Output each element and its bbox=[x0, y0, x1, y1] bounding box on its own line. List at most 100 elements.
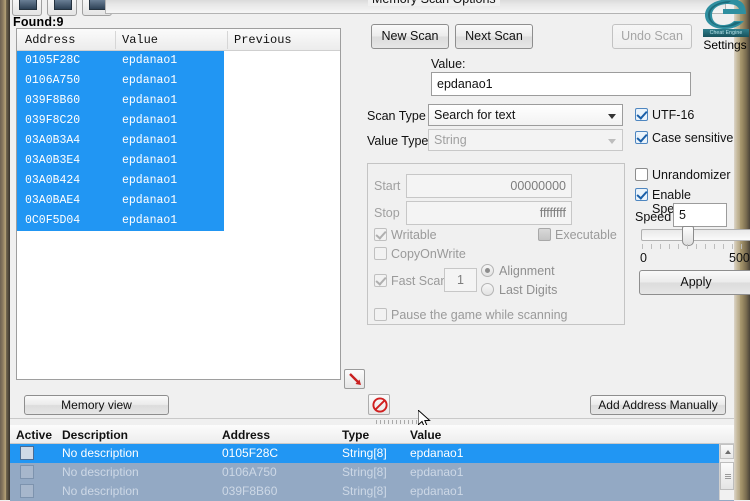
stop-address-input[interactable]: ffffffff bbox=[406, 201, 572, 225]
result-value: epdanao1 bbox=[122, 114, 178, 127]
scan-type-dropdown[interactable]: Search for text bbox=[428, 104, 623, 126]
table-row[interactable]: No description 039F8B60 String[8] epdana… bbox=[10, 482, 734, 501]
last-digits-label: Last Digits bbox=[499, 283, 558, 297]
table-row[interactable]: No description 0106A750 String[8] epdana… bbox=[10, 463, 734, 482]
result-address: 03A0B424 bbox=[25, 174, 81, 187]
last-digits-radio[interactable]: Last Digits bbox=[481, 283, 557, 297]
result-value: epdanao1 bbox=[122, 214, 178, 227]
result-value: epdanao1 bbox=[122, 134, 178, 147]
unrandomizer-label: Unrandomizer bbox=[652, 168, 731, 182]
result-address: 03A0B3A4 bbox=[25, 134, 81, 147]
column-header-value[interactable]: Value bbox=[410, 428, 441, 442]
row-address: 0105F28C bbox=[222, 446, 279, 460]
memory-scan-options-title: Memory Scan Options bbox=[368, 0, 500, 6]
value-input[interactable]: epdanao1 bbox=[431, 72, 691, 96]
scan-result-row[interactable]: 0105F28C epdanao1 bbox=[17, 51, 224, 71]
column-header-value[interactable]: Value bbox=[122, 33, 158, 47]
checkbox-box bbox=[374, 308, 387, 321]
table-row[interactable]: No description 0105F28C String[8] epdana… bbox=[10, 444, 734, 463]
scan-result-row[interactable]: 03A0BAE4 epdanao1 bbox=[17, 191, 224, 211]
scan-result-row[interactable]: 0C0F5D04 epdanao1 bbox=[17, 211, 224, 231]
column-header-address[interactable]: Address bbox=[222, 428, 270, 442]
result-address: 0C0F5D04 bbox=[25, 214, 81, 227]
result-address: 0106A750 bbox=[25, 74, 81, 87]
scroll-up-button[interactable] bbox=[720, 444, 734, 459]
fast-scan-value-input[interactable]: 1 bbox=[444, 268, 477, 292]
open-process-icon bbox=[19, 0, 37, 10]
pause-game-checkbox[interactable]: Pause the game while scanning bbox=[374, 308, 568, 322]
utf16-checkbox[interactable]: UTF-16 bbox=[635, 108, 694, 122]
case-sensitive-checkbox[interactable]: Case sensitive bbox=[635, 131, 733, 145]
result-address: 039F8C20 bbox=[25, 114, 81, 127]
settings-button[interactable]: Cheat Engine Settings bbox=[699, 0, 750, 54]
row-value: epdanao1 bbox=[410, 465, 464, 479]
alignment-radio[interactable]: Alignment bbox=[481, 264, 555, 278]
scan-result-row[interactable]: 039F8B60 epdanao1 bbox=[17, 91, 224, 111]
checkbox-box bbox=[538, 228, 551, 241]
row-type: String[8] bbox=[342, 446, 387, 460]
unrandomizer-checkbox[interactable]: Unrandomizer bbox=[635, 168, 731, 182]
result-value: epdanao1 bbox=[122, 174, 178, 187]
scan-result-row[interactable]: 03A0B3A4 epdanao1 bbox=[17, 131, 224, 151]
value-type-dropdown[interactable]: String bbox=[428, 129, 623, 151]
row-description: No description bbox=[62, 446, 139, 460]
speed-input[interactable]: 5 bbox=[673, 203, 727, 227]
scan-results-list[interactable]: Address Value Previous 0105F28C epdanao1… bbox=[16, 28, 341, 380]
start-address-input[interactable]: 00000000 bbox=[406, 174, 572, 198]
speed-slider-thumb[interactable] bbox=[682, 226, 694, 246]
cheat-table: Active Description Address Type Value No… bbox=[10, 425, 734, 501]
fast-scan-checkbox[interactable]: Fast Scan bbox=[374, 274, 447, 288]
cheat-engine-wordmark: Cheat Engine bbox=[703, 29, 749, 37]
value-type-label: Value Type bbox=[367, 134, 429, 148]
writable-checkbox[interactable]: Writable bbox=[374, 228, 437, 242]
column-header-active[interactable]: Active bbox=[16, 428, 52, 442]
executable-checkbox[interactable]: Executable bbox=[538, 228, 617, 242]
chevron-down-icon bbox=[608, 139, 616, 144]
start-label: Start bbox=[374, 179, 401, 193]
scan-result-row[interactable]: 03A0B3E4 epdanao1 bbox=[17, 151, 224, 171]
cheat-table-scrollbar[interactable] bbox=[719, 444, 734, 500]
speed-label: Speed bbox=[635, 210, 672, 224]
active-checkbox[interactable] bbox=[20, 446, 34, 460]
memory-view-button[interactable]: Memory view bbox=[24, 395, 169, 415]
splitter-line bbox=[10, 418, 734, 419]
found-count-label: Found:9 bbox=[13, 15, 64, 29]
apply-speedhack-button[interactable]: Apply bbox=[639, 270, 750, 295]
checkbox-box bbox=[635, 168, 648, 181]
column-header-previous[interactable]: Previous bbox=[234, 33, 292, 47]
scan-results-selection: 0105F28C epdanao1 0106A750 epdanao1 039F… bbox=[17, 51, 224, 231]
active-checkbox[interactable] bbox=[20, 484, 34, 498]
speed-slider[interactable] bbox=[641, 226, 750, 246]
next-scan-button[interactable]: Next Scan bbox=[455, 24, 533, 49]
scan-result-row[interactable]: 03A0B424 epdanao1 bbox=[17, 171, 224, 191]
scan-result-row[interactable]: 0106A750 epdanao1 bbox=[17, 71, 224, 91]
splitter-grip[interactable] bbox=[376, 420, 420, 424]
row-address: 039F8B60 bbox=[222, 484, 278, 498]
no-entry-icon bbox=[372, 397, 388, 413]
open-process-button[interactable] bbox=[12, 0, 42, 16]
stop-scan-button[interactable] bbox=[368, 394, 390, 415]
value-label: Value: bbox=[431, 57, 466, 71]
checkbox-box bbox=[635, 131, 648, 144]
column-header-type[interactable]: Type bbox=[342, 428, 369, 442]
result-value: epdanao1 bbox=[122, 74, 178, 87]
checkbox-box bbox=[374, 247, 387, 260]
cheat-table-header: Active Description Address Type Value bbox=[10, 425, 734, 444]
scan-type-label: Scan Type bbox=[367, 109, 426, 123]
checkbox-box bbox=[635, 188, 648, 201]
column-header-address[interactable]: Address bbox=[25, 33, 75, 47]
scan-result-row[interactable]: 039F8C20 epdanao1 bbox=[17, 111, 224, 131]
active-checkbox[interactable] bbox=[20, 465, 34, 479]
speed-slider-ticks bbox=[642, 244, 750, 249]
scan-controls-panel: New Scan Next Scan Undo Scan Cheat Engin… bbox=[358, 0, 750, 390]
new-scan-button[interactable]: New Scan bbox=[371, 24, 449, 49]
undo-scan-button[interactable]: Undo Scan bbox=[612, 24, 692, 49]
open-file-button[interactable] bbox=[47, 0, 77, 16]
column-header-description[interactable]: Description bbox=[62, 428, 128, 442]
add-address-manually-button[interactable]: Add Address Manually bbox=[590, 395, 726, 415]
result-address: 0105F28C bbox=[25, 54, 81, 67]
writable-label: Writable bbox=[391, 228, 437, 242]
chevron-down-icon bbox=[608, 114, 616, 119]
copyonwrite-checkbox[interactable]: CopyOnWrite bbox=[374, 247, 466, 261]
scrollbar-thumb[interactable] bbox=[720, 462, 734, 490]
